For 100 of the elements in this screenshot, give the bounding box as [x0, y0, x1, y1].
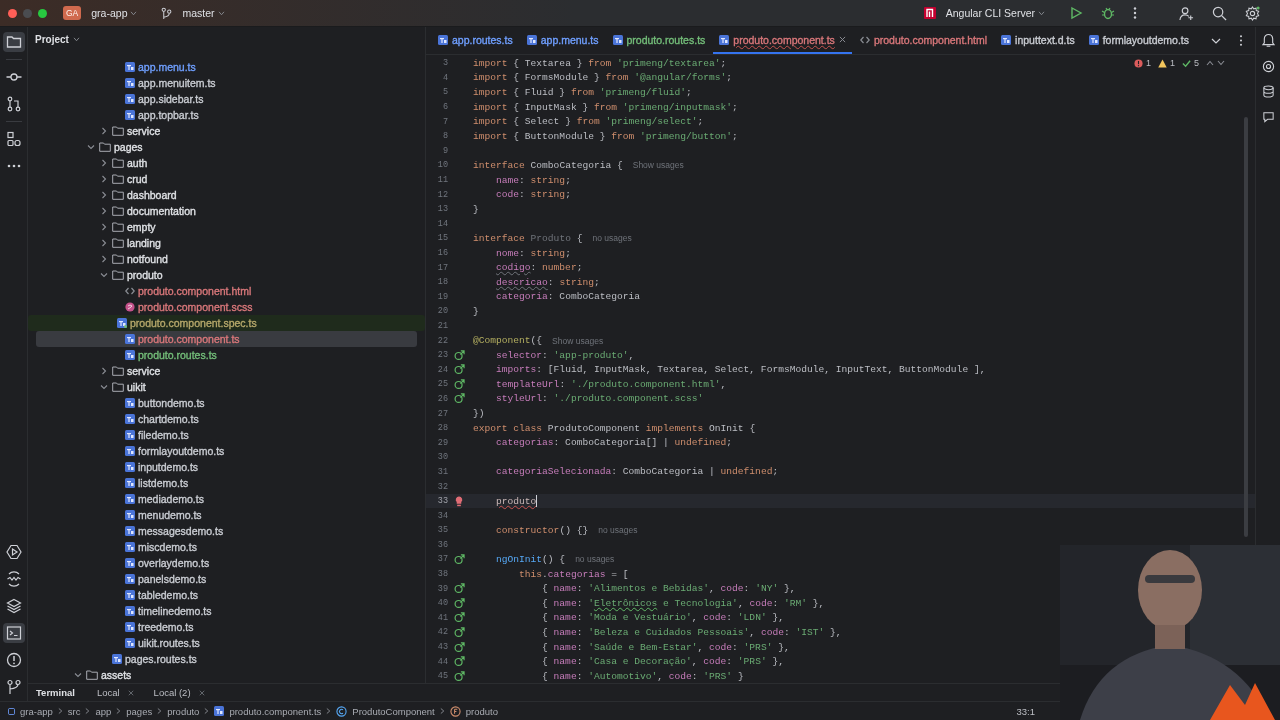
tree-row[interactable]: pages [36, 139, 417, 155]
override-icon[interactable] [453, 378, 465, 390]
override-icon[interactable] [453, 612, 465, 624]
panel-title[interactable]: Project [35, 33, 69, 45]
chevron-right-icon[interactable] [100, 159, 108, 167]
editor-tab[interactable]: app.routes.ts [432, 27, 519, 54]
override-icon[interactable] [453, 626, 465, 638]
tree-row[interactable]: landing [36, 235, 417, 251]
editor-tab[interactable]: produto.component.html [853, 27, 994, 54]
override-icon[interactable] [453, 583, 465, 595]
error-icon[interactable] [1133, 58, 1143, 68]
chevron-up-icon[interactable] [1206, 60, 1214, 66]
chevron-right-icon[interactable] [100, 207, 108, 215]
error-count[interactable]: 1 [1145, 58, 1151, 68]
selected-tree-row[interactable]: produto.component.ts [36, 331, 417, 347]
usage-hint[interactable]: no usages [592, 233, 632, 244]
tree-row[interactable]: panelsdemo.ts [36, 571, 417, 587]
chevron-right-icon[interactable] [100, 223, 108, 231]
tree-row[interactable]: service [36, 123, 417, 139]
notifications-icon[interactable] [1261, 33, 1275, 48]
tree-row[interactable]: app.sidebar.ts [36, 91, 417, 107]
add-user-icon[interactable] [1179, 5, 1194, 21]
chevron-right-icon[interactable] [100, 255, 108, 263]
bug-icon[interactable] [1101, 6, 1115, 20]
tool-tab[interactable]: Local (2) [151, 687, 193, 698]
tree-row[interactable]: app.topbar.ts [36, 107, 417, 123]
close-icon[interactable] [127, 689, 134, 696]
tree-row[interactable]: listdemo.ts [36, 475, 417, 491]
run-icon[interactable] [1069, 6, 1083, 20]
tree-row[interactable]: app.menu.ts [36, 59, 417, 75]
tree-row[interactable]: produto [36, 267, 417, 283]
branch-selector[interactable]: master [178, 5, 229, 21]
more-icon[interactable] [1133, 6, 1137, 20]
tool-tab[interactable]: Terminal [34, 687, 77, 698]
chevron-right-icon[interactable] [100, 191, 108, 199]
tree-row[interactable]: formlayoutdemo.ts [36, 443, 417, 459]
usage-hint[interactable]: Show usages [552, 335, 604, 346]
tree-row[interactable]: timelinedemo.ts [36, 603, 417, 619]
tree-row[interactable]: empty [36, 219, 417, 235]
editor-tab[interactable]: produto.routes.ts [606, 27, 712, 54]
search-icon[interactable] [1212, 5, 1227, 21]
tree-row[interactable]: miscdemo.ts [36, 539, 417, 555]
tree-row[interactable]: overlaydemo.ts [36, 555, 417, 571]
tree-row[interactable]: filedemo.ts [36, 427, 417, 443]
usage-hint[interactable]: no usages [598, 525, 638, 536]
warning-icon[interactable] [1157, 58, 1167, 68]
override-icon[interactable] [453, 364, 465, 376]
usage-hint[interactable]: no usages [575, 554, 615, 565]
override-icon[interactable] [453, 349, 465, 361]
run-configuration-selector[interactable]: Angular CLI Server [941, 5, 1049, 21]
override-icon[interactable] [453, 670, 465, 682]
database-icon[interactable] [1261, 85, 1275, 98]
tree-row[interactable]: pages.routes.ts [36, 651, 417, 667]
chevron-right-icon[interactable] [100, 239, 108, 247]
tree-row[interactable]: treedemo.ts [36, 619, 417, 635]
tree-row[interactable]: notfound [36, 251, 417, 267]
breadcrumb[interactable]: produto [167, 705, 200, 717]
breadcrumb[interactable]: produto.component.ts [229, 705, 322, 717]
override-icon[interactable] [453, 393, 465, 405]
tree-row[interactable]: produto.component.scss [36, 299, 417, 315]
close-icon[interactable] [198, 689, 205, 696]
tree-row[interactable]: tabledemo.ts [36, 587, 417, 603]
chevron-right-icon[interactable] [100, 127, 108, 135]
tree-row[interactable]: produto.component.html [36, 283, 417, 299]
tree-row[interactable]: menudemo.ts [36, 507, 417, 523]
editor-tab[interactable]: app.menu.ts [520, 27, 605, 54]
lightbulb-icon[interactable] [455, 495, 463, 507]
editor-tab[interactable]: inputtext.d.ts [995, 27, 1081, 54]
tree-row[interactable]: uikit.routes.ts [36, 635, 417, 651]
project-selector[interactable]: gra-app [87, 5, 142, 21]
maximize-button[interactable] [38, 8, 47, 18]
editor-tab[interactable]: formlayoutdemo.ts [1082, 27, 1196, 54]
usage-hint[interactable]: Show usages [632, 160, 684, 171]
check-icon[interactable] [1182, 58, 1191, 68]
tree-row[interactable]: assets [36, 667, 417, 683]
warning-count[interactable]: 1 [1169, 58, 1175, 68]
more-icon[interactable] [5, 163, 22, 169]
highlighted-tree-row[interactable]: produto.component.spec.ts [28, 315, 425, 331]
breadcrumb[interactable]: gra-app [20, 705, 53, 717]
caret-position[interactable]: 33:1 [1016, 705, 1035, 717]
close-button[interactable] [8, 8, 17, 18]
tree-row[interactable]: service [36, 363, 417, 379]
override-icon[interactable] [453, 554, 465, 565]
breadcrumb[interactable]: ProdutoComponent [352, 705, 435, 717]
tree-row[interactable]: chartdemo.ts [36, 411, 417, 427]
more-icon[interactable] [1239, 34, 1243, 47]
editor-tab[interactable]: produto.component.ts [713, 27, 852, 54]
tree-row[interactable]: inputdemo.ts [36, 459, 417, 475]
chevron-right-icon[interactable] [100, 175, 108, 183]
breadcrumb[interactable]: produto [465, 705, 498, 717]
assistant-icon[interactable] [1261, 110, 1275, 123]
override-icon[interactable] [453, 597, 465, 609]
breadcrumb[interactable]: app [95, 705, 112, 717]
chevron-right-icon[interactable] [100, 367, 108, 375]
tree-row[interactable]: messagesdemo.ts [36, 523, 417, 539]
tool-tab[interactable]: Local [94, 687, 122, 698]
breadcrumb[interactable]: pages [126, 705, 153, 717]
chevron-down-icon[interactable] [1211, 37, 1221, 44]
breadcrumb[interactable]: src [67, 705, 81, 717]
tree-row[interactable]: produto.routes.ts [36, 347, 417, 363]
